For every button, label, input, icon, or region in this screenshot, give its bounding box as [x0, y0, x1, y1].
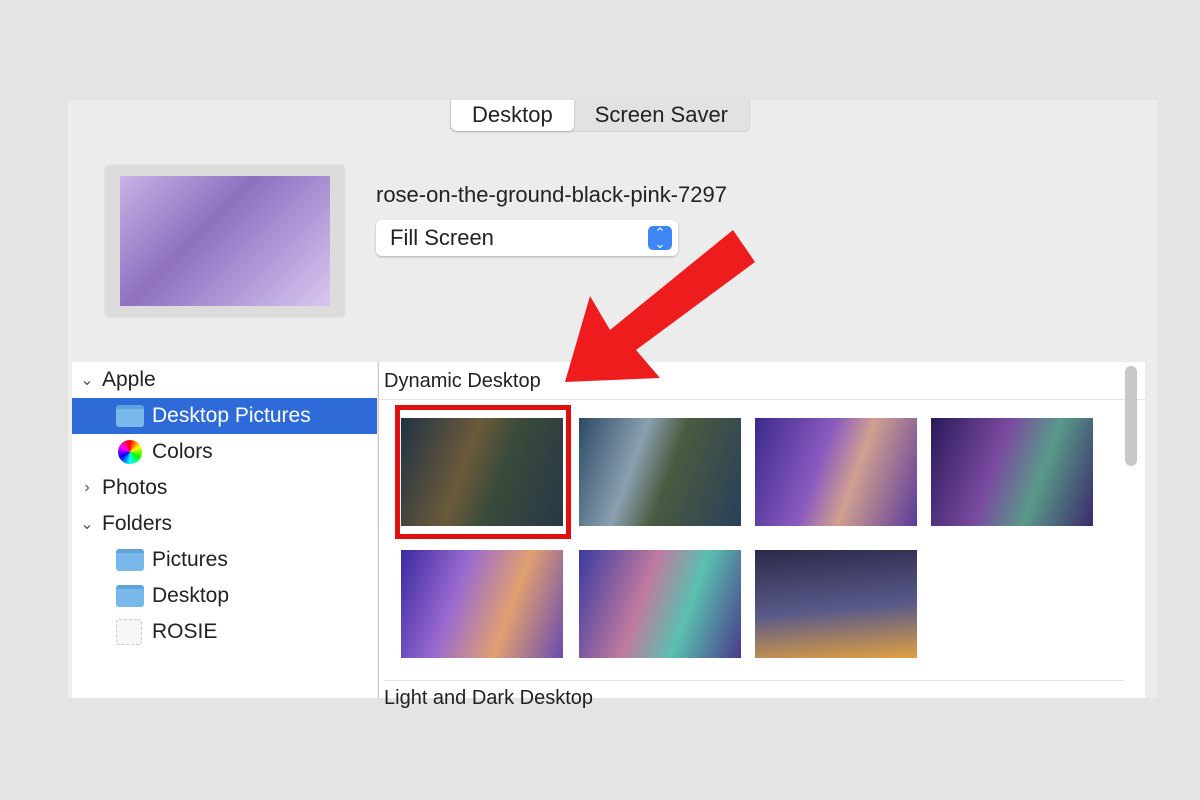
label: Desktop Pictures: [152, 404, 311, 427]
tab-screen-saver[interactable]: Screen Saver: [574, 100, 749, 131]
label: Folders: [102, 512, 173, 535]
color-wheel-icon: [118, 440, 142, 464]
wallpaper-thumb[interactable]: [755, 418, 917, 526]
wallpaper-thumb[interactable]: [931, 418, 1093, 526]
chevron-down-icon[interactable]: ⌄: [72, 514, 102, 534]
sidebar-item-rosie[interactable]: ROSIE: [72, 614, 377, 650]
tab-bar: Desktop Screen Saver: [450, 100, 751, 132]
volume-icon: [116, 619, 142, 645]
fit-mode-select[interactable]: Fill Screen ⌃ ⌄: [376, 220, 678, 256]
wallpaper-thumb[interactable]: [401, 550, 563, 658]
label: Pictures: [152, 548, 228, 571]
wallpaper-preview: [104, 164, 346, 318]
up-down-chevron-icon: ⌃ ⌄: [648, 226, 672, 250]
wallpaper-thumb[interactable]: [755, 550, 917, 658]
wallpaper-name: rose-on-the-ground-black-pink-7297: [376, 182, 727, 207]
folder-icon: [116, 405, 144, 427]
folder-icon: [116, 549, 144, 571]
source-sidebar: ⌄ Apple Desktop Pictures Colors › Photos ⌄…: [72, 362, 377, 698]
scrollbar[interactable]: [1125, 366, 1137, 466]
label: Desktop: [152, 584, 230, 607]
label: Photos: [102, 476, 168, 499]
label: Apple: [102, 368, 156, 391]
sidebar-item-desktop-pictures[interactable]: Desktop Pictures: [72, 398, 377, 434]
sidebar-group-folders[interactable]: ⌄ Folders: [72, 506, 377, 542]
label: Colors: [152, 440, 213, 463]
section-title: Light and Dark Desktop: [384, 680, 1124, 710]
tab-desktop[interactable]: Desktop: [451, 100, 574, 131]
chevron-down-icon[interactable]: ⌄: [72, 370, 102, 390]
sidebar-group-photos[interactable]: › Photos: [72, 470, 377, 506]
fit-mode-value: Fill Screen: [390, 225, 494, 250]
sidebar-item-colors[interactable]: Colors: [72, 434, 377, 470]
sidebar-item-desktop[interactable]: Desktop: [72, 578, 377, 614]
section-title: Dynamic Desktop: [379, 362, 1145, 400]
folder-icon: [116, 585, 144, 607]
chevron-right-icon[interactable]: ›: [72, 479, 102, 497]
wallpaper-thumb[interactable]: [579, 418, 741, 526]
label: ROSIE: [152, 620, 218, 643]
sidebar-item-pictures[interactable]: Pictures: [72, 542, 377, 578]
sidebar-group-apple[interactable]: ⌄ Apple: [72, 362, 377, 398]
highlight-box: [395, 405, 571, 539]
wallpaper-thumb[interactable]: [579, 550, 741, 658]
preview-image: [120, 176, 330, 306]
desktop-preferences-window: Desktop Screen Saver rose-on-the-ground-…: [68, 100, 1158, 709]
